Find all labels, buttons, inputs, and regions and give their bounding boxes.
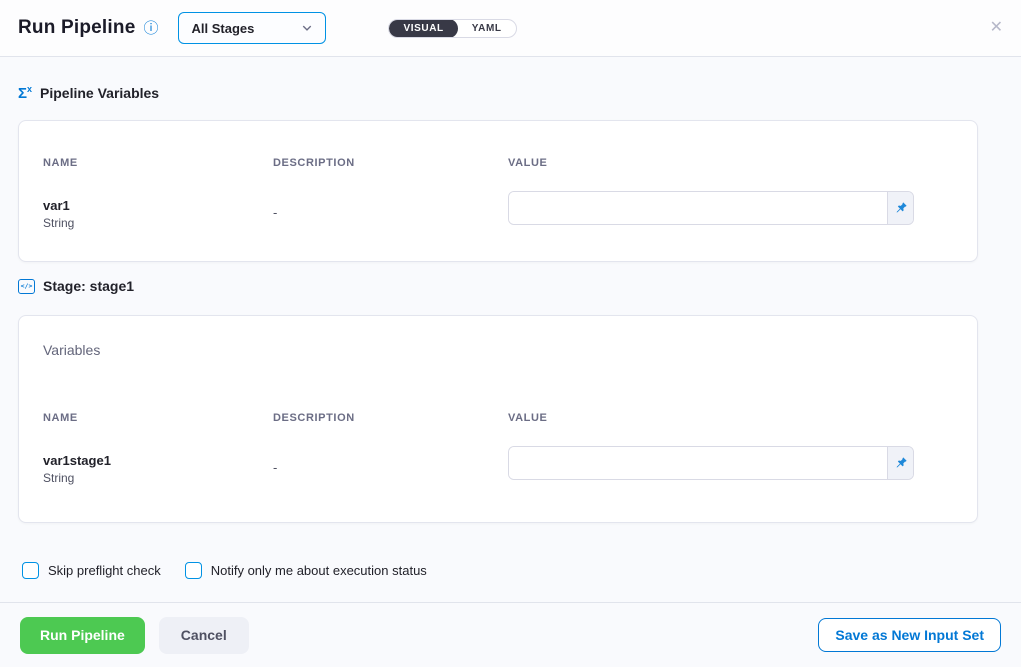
variable-description: - bbox=[273, 446, 508, 475]
pin-button[interactable] bbox=[887, 192, 913, 224]
variable-value-input[interactable] bbox=[509, 447, 887, 479]
dialog-footer: Run Pipeline Cancel Save as New Input Se… bbox=[0, 602, 1021, 667]
execution-options: Skip preflight check Notify only me abou… bbox=[22, 562, 427, 579]
stage-select-dropdown[interactable]: All Stages bbox=[178, 12, 326, 44]
section-title: Stage: stage1 bbox=[43, 278, 134, 294]
tab-visual[interactable]: VISUAL bbox=[389, 19, 457, 38]
stage-select-value: All Stages bbox=[191, 21, 254, 36]
skip-preflight-label: Skip preflight check bbox=[48, 563, 161, 578]
column-header-value: VALUE bbox=[508, 157, 953, 169]
column-header-name: NAME bbox=[43, 412, 273, 424]
skip-preflight-option[interactable]: Skip preflight check bbox=[22, 562, 161, 579]
visual-yaml-toggle: VISUAL YAML bbox=[388, 19, 516, 38]
close-icon[interactable]: ✕ bbox=[990, 20, 1003, 36]
section-title: Pipeline Variables bbox=[40, 85, 159, 101]
cancel-button[interactable]: Cancel bbox=[159, 617, 249, 654]
table-row: var1stage1 String - bbox=[19, 446, 977, 485]
variable-name: var1stage1 bbox=[43, 446, 273, 468]
column-header-description: DESCRIPTION bbox=[273, 412, 508, 424]
variable-type: String bbox=[43, 471, 273, 485]
notify-me-checkbox[interactable] bbox=[185, 562, 202, 579]
notify-me-label: Notify only me about execution status bbox=[211, 563, 427, 578]
column-header-value: VALUE bbox=[508, 412, 953, 424]
card-title: Variables bbox=[19, 316, 977, 358]
pin-icon bbox=[894, 201, 908, 215]
pipeline-variables-card: NAME DESCRIPTION VALUE var1 String - bbox=[18, 120, 978, 262]
run-pipeline-dialog: Run Pipeline ⓘ All Stages VISUAL YAML ✕ … bbox=[0, 0, 1021, 667]
pin-button[interactable] bbox=[887, 447, 913, 479]
variable-value-group bbox=[508, 446, 914, 480]
variable-name-cell: var1stage1 String bbox=[43, 446, 273, 485]
chevron-down-icon bbox=[301, 22, 313, 34]
run-pipeline-button[interactable]: Run Pipeline bbox=[20, 617, 145, 654]
save-as-new-input-set-button[interactable]: Save as New Input Set bbox=[818, 618, 1001, 652]
variable-type: String bbox=[43, 216, 273, 230]
variable-value-input[interactable] bbox=[509, 192, 887, 224]
stage-icon: </> bbox=[18, 279, 35, 294]
skip-preflight-checkbox[interactable] bbox=[22, 562, 39, 579]
pipeline-variables-section-header: Σx Pipeline Variables bbox=[18, 85, 159, 101]
tab-yaml[interactable]: YAML bbox=[458, 19, 516, 38]
notify-me-option[interactable]: Notify only me about execution status bbox=[185, 562, 427, 579]
stage-variables-card: Variables NAME DESCRIPTION VALUE var1sta… bbox=[18, 315, 978, 523]
sigma-icon: Σx bbox=[18, 85, 32, 101]
dialog-header: Run Pipeline ⓘ All Stages VISUAL YAML ✕ bbox=[0, 0, 1021, 57]
table-row: var1 String - bbox=[19, 191, 977, 230]
info-icon[interactable]: ⓘ bbox=[143, 21, 158, 36]
column-header-name: NAME bbox=[43, 157, 273, 169]
column-header-description: DESCRIPTION bbox=[273, 157, 508, 169]
stage-section-header: </> Stage: stage1 bbox=[18, 278, 134, 294]
pin-icon bbox=[894, 456, 908, 470]
table-header-row: NAME DESCRIPTION VALUE bbox=[19, 121, 977, 169]
variable-name: var1 bbox=[43, 191, 273, 213]
table-header-row: NAME DESCRIPTION VALUE bbox=[19, 358, 977, 424]
variable-description: - bbox=[273, 191, 508, 220]
variable-value-group bbox=[508, 191, 914, 225]
page-title: Run Pipeline bbox=[18, 17, 135, 39]
variable-name-cell: var1 String bbox=[43, 191, 273, 230]
